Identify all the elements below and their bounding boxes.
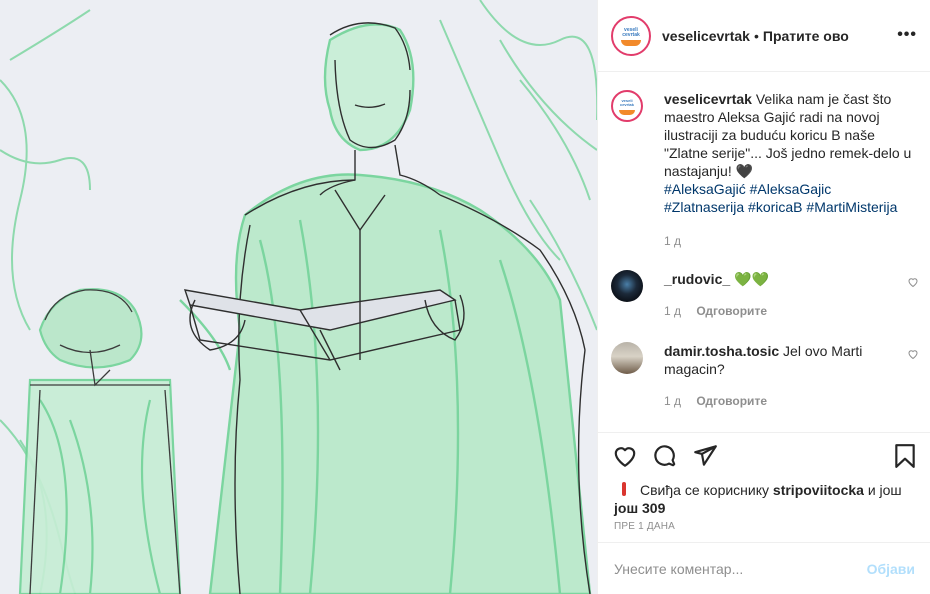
hashtag[interactable]: #koricaB — [748, 199, 802, 215]
post-comment-button[interactable]: Објави — [867, 561, 915, 577]
likes-summary: Свиђа се кориснику stripoviitocka и још … — [614, 479, 917, 517]
comment-username[interactable]: damir.tosha.tosic — [664, 343, 779, 359]
comment-meta: 1 д Одговорите — [664, 392, 895, 410]
caption-time[interactable]: 1 д — [664, 234, 681, 248]
caption-meta: 1 д — [664, 232, 919, 250]
hashtag[interactable]: #AleksaGajić — [664, 181, 746, 197]
post-actions: Свиђа се кориснику stripoviitocka и још … — [598, 432, 930, 542]
reply-button[interactable]: Одговорите — [696, 304, 767, 318]
hashtag[interactable]: #Zlatnaserija — [664, 199, 744, 215]
brand-logo-text: veseli cevrtak — [622, 26, 640, 38]
reply-button[interactable]: Одговорите — [696, 394, 767, 408]
caption-avatar-logo-text: veseli cevrtak — [619, 98, 634, 107]
author-username[interactable]: veselicevrtak — [662, 28, 750, 44]
header-separator: • — [753, 27, 759, 44]
author-avatar[interactable]: veseli cevrtak — [611, 15, 651, 56]
likes-prefix: Свиђа се кориснику — [640, 482, 770, 498]
post-image[interactable] — [0, 0, 597, 594]
comment-like-icon[interactable] — [907, 348, 919, 360]
caption-avatar[interactable]: veseli cevrtak — [611, 90, 643, 122]
follow-button[interactable]: Пратите ово — [763, 28, 849, 44]
hashtag[interactable]: #MartiMisterija — [806, 199, 897, 215]
liker-avatar-mark — [622, 482, 626, 496]
commenter-avatar[interactable] — [611, 342, 643, 374]
comment-input[interactable] — [614, 560, 867, 577]
commenter-avatar[interactable] — [611, 270, 643, 302]
comment-icon[interactable] — [652, 443, 678, 469]
comment-body: damir.tosha.tosic Jel ovo Marti magacin?… — [664, 342, 895, 410]
liker-username[interactable]: stripoviitocka — [773, 482, 864, 498]
comment-like-icon[interactable] — [907, 276, 919, 288]
comment-time[interactable]: 1 д — [664, 394, 681, 408]
comment-text: 💚💚 — [734, 271, 769, 287]
heart-icon[interactable] — [612, 443, 638, 469]
post-timestamp[interactable]: ПРЕ 1 ДАНА — [614, 521, 675, 532]
brand-logo: veseli cevrtak — [615, 19, 647, 52]
comment-body: _rudovic_ 💚💚 1 д Одговорите — [664, 270, 895, 320]
post-sidebar: veseli cevrtak veselicevrtak • Пратите о… — [597, 0, 930, 594]
post-header: veseli cevrtak veselicevrtak • Пратите о… — [598, 0, 930, 72]
likes-count[interactable]: још 309 — [614, 500, 665, 516]
sketch-illustration — [0, 0, 597, 594]
comments-list: veseli cevrtak veselicevrtak Velika nam … — [598, 72, 930, 432]
add-comment-form: Објави — [598, 542, 930, 594]
caption-avatar-logo-shape — [619, 110, 635, 115]
comment-username[interactable]: _rudovic_ — [664, 271, 730, 287]
hashtag[interactable]: #AleksaGajic — [750, 181, 832, 197]
caption-username[interactable]: veselicevrtak — [664, 91, 752, 107]
comment-meta: 1 д Одговорите — [664, 302, 895, 320]
caption-body: veselicevrtak Velika nam je čast što mae… — [664, 90, 919, 250]
action-icons — [612, 443, 918, 471]
likes-middle: и још — [867, 482, 902, 498]
more-options-icon[interactable]: ••• — [897, 26, 917, 44]
paper-plane-icon[interactable] — [692, 443, 718, 469]
liker-avatar[interactable] — [614, 479, 634, 499]
bookmark-icon[interactable] — [892, 443, 918, 469]
brand-logo-shape — [621, 39, 641, 46]
comment-time[interactable]: 1 д — [664, 304, 681, 318]
